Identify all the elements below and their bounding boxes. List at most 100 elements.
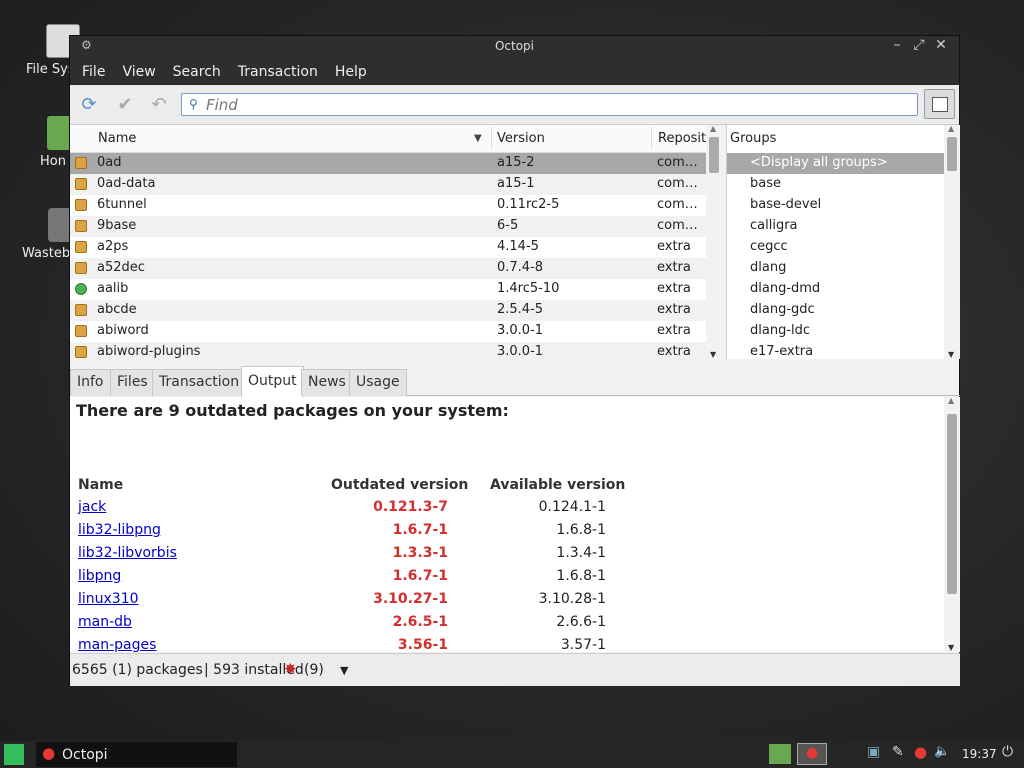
outdated-package-link[interactable]: jack xyxy=(78,499,106,515)
outdated-alert-icon[interactable]: ✸ xyxy=(284,660,297,678)
group-item[interactable]: cegcc xyxy=(727,237,960,258)
sync-icon[interactable]: ⟳ xyxy=(78,95,100,115)
info-tabs: Info Files Transaction Output News Usage xyxy=(70,366,960,397)
package-row[interactable]: a2ps 4.14-5 extra xyxy=(70,237,720,258)
scroll-down-icon[interactable]: ▼ xyxy=(948,350,954,359)
package-name: abcde xyxy=(97,302,137,317)
search-field[interactable]: ⚲ xyxy=(181,93,918,116)
rollback-icon[interactable]: ↶ xyxy=(148,95,170,115)
scroll-thumb[interactable] xyxy=(947,137,957,171)
tab-usage[interactable]: Usage xyxy=(349,369,407,396)
scroll-thumb[interactable] xyxy=(947,414,957,594)
output-scrollbar[interactable]: ▲ ▼ xyxy=(944,397,960,652)
octopi-notifier-icon[interactable]: ● xyxy=(797,743,827,765)
outdated-package-link[interactable]: libpng xyxy=(78,568,121,584)
package-row[interactable]: abiword-plugins 3.0.0-1 extra xyxy=(70,342,720,363)
sort-down-icon[interactable]: ▼ xyxy=(474,133,482,144)
minimize-icon[interactable]: – xyxy=(889,37,905,53)
column-version[interactable]: Version xyxy=(497,131,545,146)
menu-search[interactable]: Search xyxy=(173,64,221,80)
scroll-down-icon[interactable]: ▼ xyxy=(948,643,954,652)
desktop-icon-wastebasket[interactable]: Wasteb xyxy=(22,208,74,261)
group-item[interactable]: dlang-gdc xyxy=(727,300,960,321)
taskbar-octopi[interactable]: ● Octopi xyxy=(36,742,237,767)
taskbar: ● Octopi ● ▣ ✎ ● 🔈 19:37 ⏻ xyxy=(0,741,1024,768)
tab-output[interactable]: Output xyxy=(241,366,304,397)
package-version: a15-1 xyxy=(497,176,535,191)
outdated-package-link[interactable]: lib32-libpng xyxy=(78,522,161,538)
tab-transaction[interactable]: Transaction xyxy=(152,369,247,396)
scroll-down-icon[interactable]: ▼ xyxy=(710,350,716,359)
group-label: dlang-gdc xyxy=(750,302,815,317)
outdated-package-link[interactable]: man-db xyxy=(78,614,132,630)
group-item[interactable]: base-devel xyxy=(727,195,960,216)
outdated-version: 3.56-1 xyxy=(397,637,448,652)
group-item[interactable]: <Display all groups> xyxy=(727,153,960,174)
outdated-package-link[interactable]: linux310 xyxy=(78,591,139,607)
package-version: 3.0.0-1 xyxy=(497,344,544,359)
groups-scrollbar[interactable]: ▲ ▼ xyxy=(944,124,960,359)
column-repository[interactable]: Reposit xyxy=(658,131,706,146)
commit-icon[interactable]: ✔ xyxy=(114,95,136,115)
menu-view[interactable]: View xyxy=(122,64,155,80)
package-row[interactable]: 0ad a15-2 com… xyxy=(70,153,720,174)
group-item[interactable]: dlang-dmd xyxy=(727,279,960,300)
col-name: Name xyxy=(78,477,124,493)
package-repo: extra xyxy=(657,281,691,296)
outdated-version: 3.10.27-1 xyxy=(373,591,448,607)
package-scrollbar[interactable]: ▲ ▼ xyxy=(706,124,722,359)
package-icon xyxy=(75,157,87,169)
scroll-up-icon[interactable]: ▲ xyxy=(948,124,954,133)
groups-toggle-button[interactable] xyxy=(924,89,955,119)
network-icon[interactable]: ▣ xyxy=(867,744,880,760)
package-row[interactable]: 9base 6-5 com… xyxy=(70,216,720,237)
package-row[interactable]: 6tunnel 0.11rc2-5 com… xyxy=(70,195,720,216)
outdated-package-link[interactable]: lib32-libvorbis xyxy=(78,545,177,561)
search-input[interactable] xyxy=(206,95,906,114)
group-item[interactable]: dlang-ldc xyxy=(727,321,960,342)
start-menu-icon[interactable] xyxy=(4,744,24,765)
outdated-package-link[interactable]: man-pages xyxy=(78,637,156,652)
tab-info[interactable]: Info xyxy=(70,369,111,396)
scroll-up-icon[interactable]: ▲ xyxy=(710,124,716,133)
close-icon[interactable]: ✕ xyxy=(933,37,949,53)
package-repo: extra xyxy=(657,302,691,317)
package-repo: extra xyxy=(657,260,691,275)
outdated-version: 1.3.3-1 xyxy=(392,545,448,561)
column-name[interactable]: Name xyxy=(98,131,136,146)
tab-files[interactable]: Files xyxy=(110,369,155,396)
pen-icon[interactable]: ✎ xyxy=(892,744,904,760)
scroll-up-icon[interactable]: ▲ xyxy=(948,397,954,405)
menu-help[interactable]: Help xyxy=(335,64,367,80)
menu-file[interactable]: File xyxy=(82,64,105,80)
search-icon: ⚲ xyxy=(189,97,198,111)
package-row[interactable]: aalib 1.4rc5-10 extra xyxy=(70,279,720,300)
package-version: 4.14-5 xyxy=(497,239,539,254)
package-row[interactable]: a52dec 0.7.4-8 extra xyxy=(70,258,720,279)
group-label: calligra xyxy=(750,218,798,233)
package-row[interactable]: 0ad-data a15-1 com… xyxy=(70,174,720,195)
package-row[interactable]: abiword 3.0.0-1 extra xyxy=(70,321,720,342)
menu-transaction[interactable]: Transaction xyxy=(238,64,318,80)
updates-tray-icon[interactable]: ● xyxy=(914,743,927,761)
group-item[interactable]: dlang xyxy=(727,258,960,279)
outdated-count[interactable]: (9) xyxy=(304,662,324,678)
dropdown-arrow-icon[interactable]: ▼ xyxy=(340,664,348,677)
system-monitor-icon[interactable] xyxy=(769,744,791,764)
scroll-thumb[interactable] xyxy=(709,137,719,173)
volume-icon[interactable]: 🔈 xyxy=(934,744,950,759)
package-icon xyxy=(75,220,87,232)
outdated-version: 1.6.7-1 xyxy=(392,522,448,538)
outdated-version: 1.6.7-1 xyxy=(392,568,448,584)
package-name: 6tunnel xyxy=(97,197,147,212)
clock[interactable]: 19:37 xyxy=(962,747,997,761)
desktop-icon-label: Wasteb xyxy=(22,246,71,261)
group-item[interactable]: e17-extra xyxy=(727,342,960,363)
group-item[interactable]: base xyxy=(727,174,960,195)
group-item[interactable]: calligra xyxy=(727,216,960,237)
maximize-icon[interactable]: ⤢ xyxy=(911,37,927,53)
groups-header: Groups xyxy=(727,125,960,153)
tab-news[interactable]: News xyxy=(301,369,353,396)
package-row[interactable]: abcde 2.5.4-5 extra xyxy=(70,300,720,321)
power-icon[interactable]: ⏻ xyxy=(1002,744,1013,760)
